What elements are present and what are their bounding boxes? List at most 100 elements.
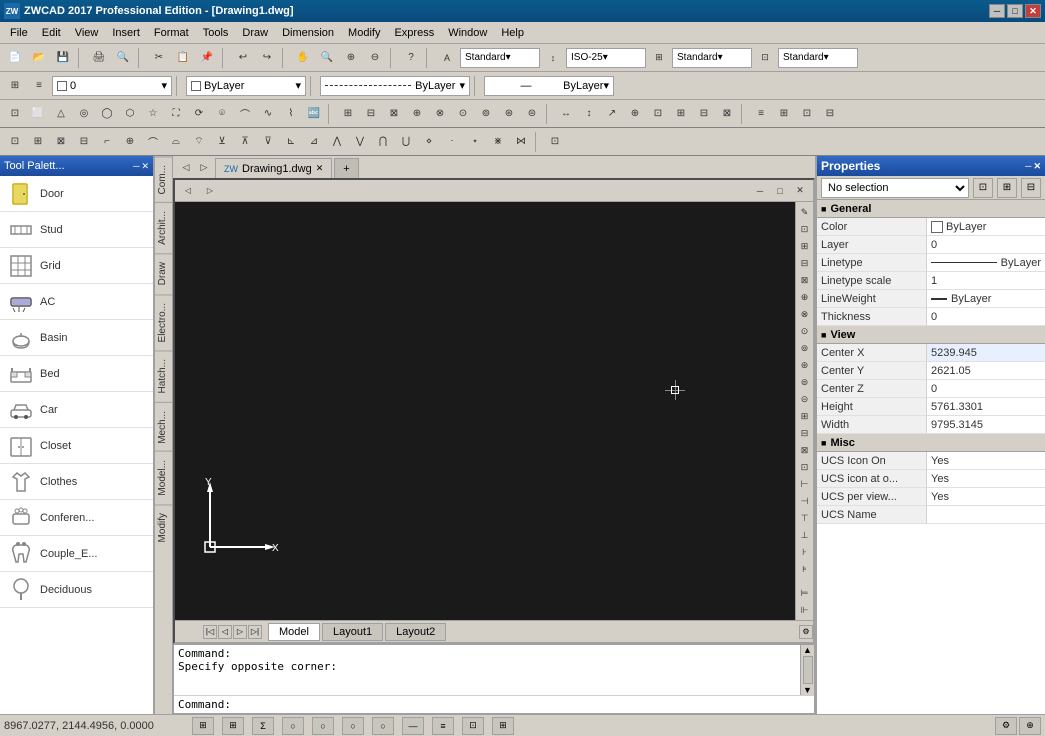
drawing-tab-new[interactable]: + [334, 158, 358, 178]
tb3-btn13[interactable]: ⌇ [280, 103, 302, 125]
help-btn[interactable]: ? [400, 47, 422, 69]
tb3-btn28[interactable]: ⊡ [647, 103, 669, 125]
status-btn-otrack[interactable]: ○ [312, 717, 334, 735]
menu-express[interactable]: Express [388, 25, 440, 41]
tab-nav-left[interactable]: ◁ [177, 158, 195, 176]
prop-value-height[interactable]: 5761.3301 [927, 398, 1045, 415]
props-close-btn[interactable]: ✕ [1033, 161, 1041, 172]
menu-format[interactable]: Format [148, 25, 195, 41]
tb3-btn25[interactable]: ↕ [578, 103, 600, 125]
prop-icon2[interactable]: ⊞ [997, 178, 1017, 198]
misc-section-header[interactable]: ■ Misc [817, 434, 1045, 452]
paste-btn[interactable]: 📌 [196, 47, 218, 69]
command-scroll[interactable]: ▲ ▼ [800, 645, 814, 695]
tb4-btn21[interactable]: ⋆ [464, 131, 486, 153]
layer-icon[interactable]: ⊞ [4, 75, 26, 97]
drawing-max-btn[interactable]: □ [771, 182, 789, 200]
tb3-btn20[interactable]: ⊙ [452, 103, 474, 125]
tb3-btn24[interactable]: ↔ [555, 103, 577, 125]
model-nav-next[interactable]: ▷ [233, 625, 247, 639]
rt-btn3[interactable]: ⊞ [797, 238, 813, 254]
prop-value-thickness[interactable]: 0 [927, 308, 1045, 325]
rt-btn12[interactable]: ⊝ [797, 391, 813, 407]
prop-value-width[interactable]: 9795.3145 [927, 416, 1045, 433]
tb3-btn6[interactable]: ⬡ [119, 103, 141, 125]
status-btn-sc[interactable]: ⊡ [462, 717, 484, 735]
model-tab-layout2[interactable]: Layout2 [385, 623, 446, 641]
zoom2-btn[interactable]: ⊕ [340, 47, 362, 69]
rt-btn4[interactable]: ⊟ [797, 255, 813, 271]
palette-min-btn[interactable]: ─ [133, 161, 139, 172]
menu-draw[interactable]: Draw [236, 25, 274, 41]
tb3-btn2[interactable]: ⬜ [27, 103, 49, 125]
tb4-btn9[interactable]: ⌔ [188, 131, 210, 153]
status-btn-snap[interactable]: ⊞ [222, 717, 244, 735]
rt-btn15[interactable]: ⊠ [797, 442, 813, 458]
palette-item-stud[interactable]: Stud [0, 212, 153, 248]
tb4-btn1[interactable]: ⊡ [4, 131, 26, 153]
undo-btn[interactable]: ↩ [232, 47, 254, 69]
tb4-btn6[interactable]: ⊕ [119, 131, 141, 153]
status-btn-polar[interactable]: Σ [252, 717, 274, 735]
tb3-btn1[interactable]: ⊡ [4, 103, 26, 125]
close-button[interactable]: ✕ [1025, 4, 1041, 18]
status-btn-osnap[interactable]: ○ [282, 717, 304, 735]
rt-btn13[interactable]: ⊞ [797, 408, 813, 424]
status-btn-qp[interactable]: ≡ [432, 717, 454, 735]
dim-style-dropdown[interactable]: ISO-25▾ [566, 48, 646, 68]
palette-close-btn[interactable]: ✕ [141, 161, 149, 172]
rt-btn9[interactable]: ⊚ [797, 340, 813, 356]
side-tab-hatch[interactable]: Hatch... [155, 350, 172, 401]
tb4-btn17[interactable]: ⋂ [372, 131, 394, 153]
tb3-btn8[interactable]: ⛶ [165, 103, 187, 125]
rt-btn17[interactable]: ⊢ [797, 476, 813, 492]
prop-value-centerz[interactable]: 0 [927, 380, 1045, 397]
side-tab-draw[interactable]: Draw [155, 253, 172, 293]
tb4-btn10[interactable]: ⊻ [211, 131, 233, 153]
print-preview-btn[interactable]: 🔍 [112, 47, 134, 69]
tb4-btn15[interactable]: ⋀ [326, 131, 348, 153]
rt-btn18[interactable]: ⊣ [797, 493, 813, 509]
tb3-btn7[interactable]: ☆ [142, 103, 164, 125]
tb4-btn19[interactable]: ⋄ [418, 131, 440, 153]
side-tab-mech[interactable]: Mech... [155, 402, 172, 452]
model-nav-last[interactable]: ▷| [248, 625, 262, 639]
menu-file[interactable]: File [4, 25, 34, 41]
scroll-down[interactable]: ▼ [803, 685, 812, 695]
model-nav-first[interactable]: |◁ [203, 625, 217, 639]
std-dropdown2[interactable]: Standard▾ [778, 48, 858, 68]
rt-btn5[interactable]: ⊠ [797, 272, 813, 288]
palette-item-ac[interactable]: AC [0, 284, 153, 320]
rt-btn20[interactable]: ⊥ [797, 527, 813, 543]
palette-item-clothes[interactable]: Clothes [0, 464, 153, 500]
menu-window[interactable]: Window [442, 25, 493, 41]
prop-icon3[interactable]: ⊟ [1021, 178, 1041, 198]
scroll-up[interactable]: ▲ [803, 645, 812, 655]
tb3-btn18[interactable]: ⊕ [406, 103, 428, 125]
tb3-btn15[interactable]: ⊞ [337, 103, 359, 125]
tb4-btn2[interactable]: ⊞ [27, 131, 49, 153]
menu-modify[interactable]: Modify [342, 25, 386, 41]
prop-value-ucsperv[interactable]: Yes [927, 488, 1045, 505]
rt-btn21[interactable]: ⊦ [797, 544, 813, 560]
tb4-btn8[interactable]: ⌓ [165, 131, 187, 153]
tb3-btn10[interactable]: ⌾ [211, 103, 233, 125]
print-btn[interactable]: 🖨 [88, 47, 110, 69]
layer-settings[interactable]: ≡ [28, 75, 50, 97]
status-btn-dyn[interactable]: ○ [372, 717, 394, 735]
tb4-btn4[interactable]: ⊟ [73, 131, 95, 153]
menu-dimension[interactable]: Dimension [276, 25, 340, 41]
status-settings-btn[interactable]: ⚙ [995, 717, 1017, 735]
rt-btn7[interactable]: ⊗ [797, 306, 813, 322]
rt-btn2[interactable]: ⊡ [797, 221, 813, 237]
redo-btn[interactable]: ↪ [256, 47, 278, 69]
tb3-btn26[interactable]: ↗ [601, 103, 623, 125]
general-section-header[interactable]: ■ General [817, 200, 1045, 218]
drawing-close-btn[interactable]: ✕ [791, 182, 809, 200]
menu-tools[interactable]: Tools [197, 25, 235, 41]
drawing-canvas[interactable]: X Y [175, 202, 795, 620]
tb4-btn22[interactable]: ⋇ [487, 131, 509, 153]
side-tab-modify[interactable]: Modify [155, 504, 172, 550]
prop-value-linetype[interactable]: ByLayer [927, 254, 1045, 271]
lineweight-dropdown[interactable]: — ByLayer ▾ [484, 76, 614, 96]
